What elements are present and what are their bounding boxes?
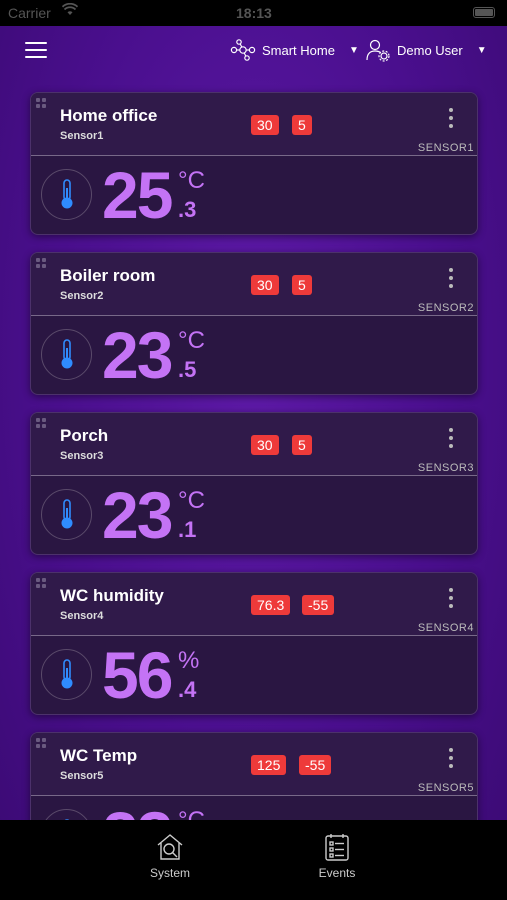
sensor-subtitle: Sensor3 xyxy=(60,450,104,462)
user-selector-label: Demo User xyxy=(397,42,463,58)
bottom-navigation: System Events xyxy=(0,820,507,900)
reading-decimal: .5 xyxy=(178,357,197,382)
reading-decimal: .1 xyxy=(178,517,197,542)
high-threshold-badge: 30 xyxy=(251,275,279,295)
drag-handle-icon[interactable] xyxy=(36,98,48,112)
reading-unit: °C xyxy=(178,487,205,514)
high-threshold-badge: 30 xyxy=(251,115,279,135)
sensor-subtitle: Sensor2 xyxy=(60,290,104,302)
sensor-card[interactable]: WC humidity Sensor4 76.3 -55 SENSOR4 56 … xyxy=(30,572,478,715)
sensor-id-tag: SENSOR5 xyxy=(417,782,474,794)
low-threshold-badge: -55 xyxy=(302,595,335,615)
nav-system[interactable]: System xyxy=(130,832,210,880)
reading-decimal: .4 xyxy=(178,677,197,702)
divider xyxy=(31,475,477,476)
more-options-icon[interactable] xyxy=(447,748,455,770)
sensor-card[interactable]: Home office Sensor1 30 5 SENSOR1 25 °C .… xyxy=(30,92,478,235)
sensor-title: Boiler room xyxy=(60,266,156,285)
house-search-icon xyxy=(157,834,183,860)
sensor-id-tag: SENSOR2 xyxy=(417,302,474,314)
low-threshold-badge: -55 xyxy=(299,755,332,775)
more-options-icon[interactable] xyxy=(447,268,455,290)
sensor-id-tag: SENSOR3 xyxy=(417,462,474,474)
sensor-card[interactable]: Boiler room Sensor2 30 5 SENSOR2 23 °C .… xyxy=(30,252,478,395)
nav-events-label: Events xyxy=(318,866,356,880)
user-settings-icon xyxy=(365,38,391,62)
sensor-title: WC Temp xyxy=(60,746,138,765)
reading-integer: 56 xyxy=(102,638,173,712)
drag-handle-icon[interactable] xyxy=(36,578,48,592)
wifi-icon xyxy=(61,2,79,20)
thermometer-icon xyxy=(41,169,92,220)
chevron-down-icon: ▼ xyxy=(476,44,487,56)
reading-integer: 25 xyxy=(102,158,173,232)
high-threshold-badge: 30 xyxy=(251,435,279,455)
sensor-subtitle: Sensor5 xyxy=(60,770,104,782)
more-options-icon[interactable] xyxy=(447,428,455,450)
hub-network-icon xyxy=(230,38,256,62)
sensor-title: Home office xyxy=(60,106,158,125)
low-threshold-badge: 5 xyxy=(292,435,312,455)
drag-handle-icon[interactable] xyxy=(36,738,48,752)
status-bar: Carrier 18:13 xyxy=(0,0,507,26)
home-selector[interactable]: Smart Home ▼ xyxy=(230,38,359,62)
hamburger-menu-button[interactable] xyxy=(25,42,47,58)
carrier-label: Carrier xyxy=(8,5,51,21)
high-threshold-badge: 125 xyxy=(251,755,287,775)
reading-integer: 23 xyxy=(102,478,173,552)
nav-system-label: System xyxy=(149,866,190,880)
divider xyxy=(31,635,477,636)
event-list-icon xyxy=(325,834,349,861)
sensor-card[interactable]: Porch Sensor3 30 5 SENSOR3 23 °C .1 xyxy=(30,412,478,555)
reading-decimal: .3 xyxy=(178,197,197,222)
drag-handle-icon[interactable] xyxy=(36,258,48,272)
high-threshold-badge: 76.3 xyxy=(251,595,291,615)
clock: 18:13 xyxy=(236,5,272,21)
sensor-title: Porch xyxy=(60,426,109,445)
divider xyxy=(31,315,477,316)
nav-events[interactable]: Events xyxy=(297,832,377,880)
user-selector[interactable]: Demo User ▼ xyxy=(365,38,487,62)
divider xyxy=(31,155,477,156)
app-screen: Carrier 18:13 Smart Home ▼ Demo User ▼ H… xyxy=(0,0,507,900)
thermometer-icon xyxy=(41,649,92,700)
sensor-id-tag: SENSOR4 xyxy=(417,622,474,634)
reading-integer: 23 xyxy=(102,318,173,392)
thermometer-icon xyxy=(41,329,92,380)
chevron-down-icon: ▼ xyxy=(348,44,359,56)
divider xyxy=(31,795,477,796)
thermometer-icon xyxy=(41,489,92,540)
battery-icon xyxy=(473,7,495,18)
reading-unit: % xyxy=(178,647,200,674)
sensor-id-tag: SENSOR1 xyxy=(417,142,474,154)
reading-unit: °C xyxy=(178,327,205,354)
reading-unit: °C xyxy=(178,167,205,194)
more-options-icon[interactable] xyxy=(447,108,455,130)
low-threshold-badge: 5 xyxy=(292,115,312,135)
low-threshold-badge: 5 xyxy=(292,275,312,295)
drag-handle-icon[interactable] xyxy=(36,418,48,432)
home-selector-label: Smart Home xyxy=(262,42,335,58)
app-header: Smart Home ▼ Demo User ▼ xyxy=(0,26,507,76)
sensor-title: WC humidity xyxy=(60,586,164,605)
sensor-subtitle: Sensor4 xyxy=(60,610,104,622)
sensor-subtitle: Sensor1 xyxy=(60,130,104,142)
more-options-icon[interactable] xyxy=(447,588,455,610)
